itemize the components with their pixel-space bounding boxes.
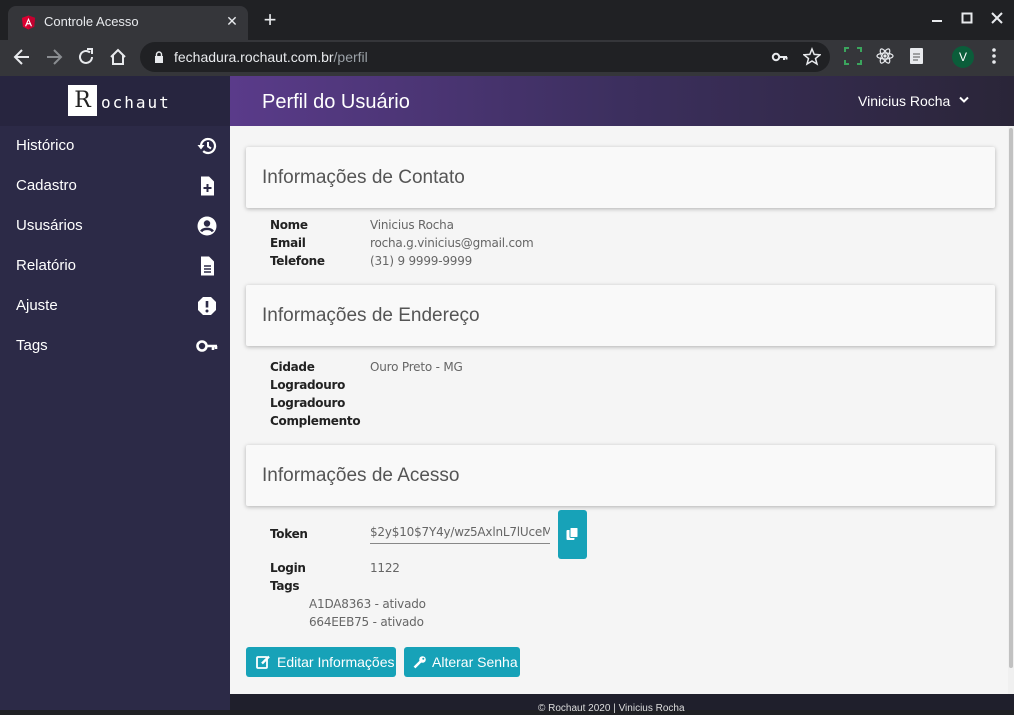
lock-icon	[155, 51, 163, 63]
contact-card: Informações de Contato	[246, 147, 995, 208]
user-menu[interactable]: Vinicius Rocha	[858, 92, 950, 110]
address-card-title: Informações de Endereço	[262, 305, 480, 326]
brand-initial: R	[68, 85, 97, 116]
page-title: Perfil do Usuário	[262, 91, 410, 113]
menu-dots-icon[interactable]	[986, 47, 1002, 67]
browser-tabbar: Controle Acesso ✕ +	[0, 0, 1014, 40]
sidebar-item-label: Relatório	[16, 257, 77, 274]
browser-tab[interactable]: Controle Acesso ✕	[8, 6, 248, 40]
city-label: Cidade	[270, 360, 315, 374]
maximize-icon[interactable]	[958, 8, 976, 28]
tags-label: Tags	[270, 579, 300, 593]
name-label: Nome	[270, 218, 308, 232]
browser-toolbar: fechadura.rochaut.com.br/perfil V	[0, 40, 1014, 76]
history-icon	[197, 137, 217, 155]
sidebar-item-cadastro[interactable]: Cadastro	[0, 166, 230, 206]
city-value: Ouro Preto - MG	[370, 360, 463, 374]
sidebar: R ochaut Histórico Cadastro Ususários Re…	[0, 76, 230, 710]
translate-extension-icon[interactable]	[907, 47, 927, 67]
close-window-icon[interactable]	[988, 8, 1006, 28]
brand-logo[interactable]: R ochaut	[0, 76, 230, 126]
sidebar-item-tags[interactable]: Tags	[0, 326, 230, 366]
screenshot-extension-icon[interactable]	[843, 47, 863, 67]
address-bar[interactable]: fechadura.rochaut.com.br/perfil	[140, 42, 830, 72]
scrollbar-thumb[interactable]	[1009, 128, 1013, 668]
sidebar-item-label: Histórico	[16, 137, 75, 154]
page-header: Perfil do Usuário Vinicius Rocha	[230, 76, 1014, 126]
sidebar-item-label: Tags	[16, 337, 48, 354]
token-input[interactable]	[370, 520, 550, 544]
app-root: R ochaut Histórico Cadastro Ususários Re…	[0, 76, 1014, 714]
access-card-title: Informações de Acesso	[262, 465, 460, 486]
login-value: 1122	[370, 561, 400, 575]
edit-info-button[interactable]: Editar Informações	[246, 647, 396, 677]
profile-avatar[interactable]: V	[952, 46, 974, 68]
wrench-key-icon	[413, 656, 426, 669]
sidebar-item-label: Ajuste	[16, 297, 58, 314]
angular-icon	[21, 15, 36, 30]
url-text: fechadura.rochaut.com.br/perfil	[174, 49, 368, 65]
tab-title: Controle Acesso	[44, 14, 139, 29]
new-tab-icon[interactable]: +	[260, 8, 280, 32]
page-footer: © Rochaut 2020 | Vinicius Rocha	[230, 694, 1014, 714]
alert-circle-icon	[198, 297, 216, 315]
login-label: Login	[270, 561, 306, 575]
sidebar-item-ajuste[interactable]: Ajuste	[0, 286, 230, 326]
key-icon	[196, 340, 218, 352]
email-value: rocha.g.vinicius@gmail.com	[370, 236, 534, 250]
bookmark-star-icon[interactable]	[802, 47, 822, 67]
password-key-icon[interactable]	[770, 47, 790, 67]
access-card: Informações de Acesso	[246, 445, 995, 506]
reload-icon[interactable]	[74, 45, 98, 69]
email-label: Email	[270, 236, 306, 250]
user-circle-icon	[197, 216, 217, 236]
tab-close-icon[interactable]: ✕	[224, 13, 240, 29]
token-label: Token	[270, 527, 308, 541]
contact-card-title: Informações de Contato	[262, 167, 465, 188]
edit-icon	[256, 655, 270, 669]
home-icon[interactable]	[106, 45, 130, 69]
phone-label: Telefone	[270, 254, 325, 268]
footer-text: © Rochaut 2020 | Vinicius Rocha	[538, 703, 685, 714]
tag-item: A1DA8363 - ativado	[309, 597, 426, 611]
file-plus-icon	[201, 176, 214, 196]
change-password-button[interactable]: Alterar Senha	[404, 647, 520, 677]
address-card: Informações de Endereço	[246, 285, 995, 346]
copy-icon	[566, 527, 579, 540]
street-label: Logradouro	[270, 378, 346, 392]
sidebar-item-historico[interactable]: Histórico	[0, 126, 230, 166]
chevron-down-icon[interactable]	[958, 94, 970, 106]
brand-name: ochaut	[101, 93, 171, 112]
minimize-icon[interactable]	[928, 8, 946, 28]
back-icon[interactable]	[10, 45, 34, 69]
sidebar-item-label: Ususários	[16, 217, 83, 234]
file-text-icon	[201, 256, 214, 276]
react-devtools-icon[interactable]	[875, 47, 895, 67]
street-label: Logradouro	[270, 396, 346, 410]
forward-icon[interactable]	[42, 45, 66, 69]
name-value: Vinicius Rocha	[370, 218, 454, 232]
sidebar-item-label: Cadastro	[16, 177, 77, 194]
sidebar-item-usuarios[interactable]: Ususários	[0, 206, 230, 246]
sidebar-item-relatorio[interactable]: Relatório	[0, 246, 230, 286]
copy-token-button[interactable]	[558, 510, 587, 559]
tag-item: 664EEB75 - ativado	[309, 615, 424, 629]
phone-value: (31) 9 9999-9999	[370, 254, 473, 268]
complement-label: Complemento	[270, 414, 361, 428]
